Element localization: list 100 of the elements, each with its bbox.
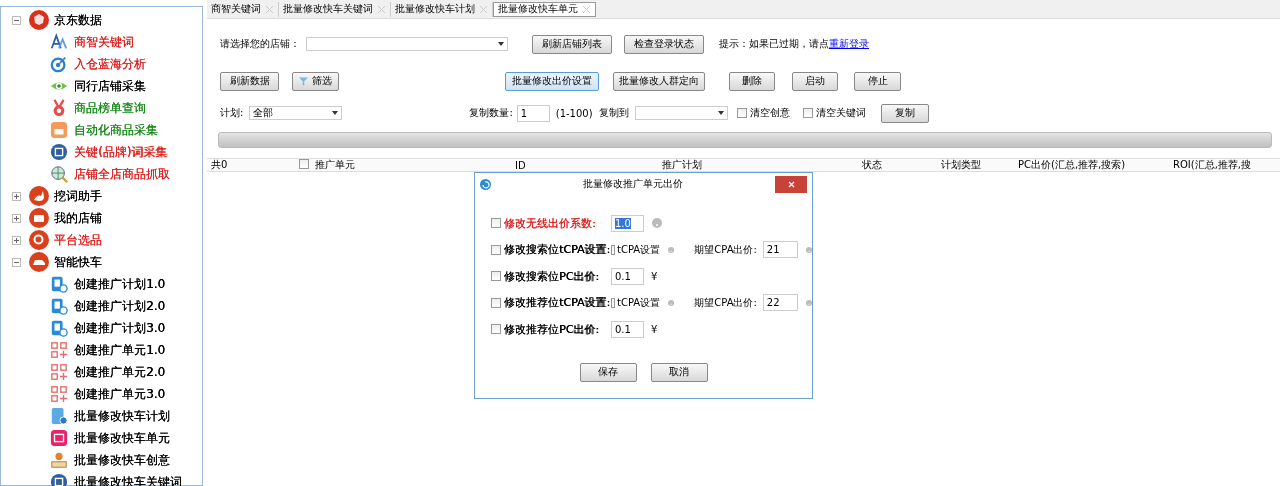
column-header[interactable]: 推广计划 (662, 159, 702, 170)
tree-item[interactable]: 批量修改快车创意 (74, 451, 170, 469)
checkbox-label: tCPA设置 (617, 242, 661, 257)
stop-button[interactable]: 停止 (854, 71, 901, 91)
factor-field[interactable]: 1.0 (611, 214, 644, 232)
column-header[interactable]: 推广单元 (315, 159, 355, 170)
tree-item[interactable]: 创建推广单元2.0 (74, 363, 166, 381)
collapse-icon[interactable] (12, 15, 21, 25)
document-icon (50, 407, 68, 425)
tree-item[interactable]: 京东数据 (54, 11, 102, 29)
globe-icon (50, 165, 68, 183)
tree-item[interactable]: 创建推广计划2.0 (74, 297, 166, 315)
tab[interactable]: 商智关键词 (207, 1, 279, 17)
column-header[interactable]: ID (515, 159, 526, 171)
checkbox[interactable] (736, 108, 747, 118)
tab[interactable]: 批量修改快车关键词 (279, 1, 391, 17)
option-label: 修改搜索位tCPA设置: (504, 242, 611, 258)
column-header[interactable]: 计划类型 (941, 159, 981, 170)
check-login-button[interactable]: 检查登录状态 (624, 34, 704, 54)
dialog-title: 批量修改推广单元出价 (582, 177, 684, 191)
help-icon[interactable] (668, 297, 675, 308)
target-icon (50, 55, 68, 73)
range-text: (1-100) (555, 107, 593, 119)
tree-item[interactable]: 店铺全店商品抓取 (74, 165, 170, 183)
tree-item[interactable]: 商智关键词 (74, 33, 134, 51)
close-button[interactable] (775, 175, 807, 193)
grid-icon (50, 385, 68, 403)
collapse-icon[interactable] (12, 257, 21, 267)
close-icon (787, 180, 795, 188)
clipboard-icon (50, 275, 68, 293)
tree-item[interactable]: 智能快车 (54, 253, 102, 271)
relogin-link[interactable]: 重新登录 (829, 37, 869, 51)
audience-button[interactable]: 批量修改人群定向 (613, 71, 705, 91)
checkbox[interactable] (491, 271, 501, 282)
expand-icon[interactable] (12, 235, 21, 245)
expand-icon[interactable] (12, 191, 21, 201)
tree-item[interactable]: 我的店铺 (54, 209, 102, 227)
column-header[interactable]: ROI(汇总,推荐,搜 (1173, 159, 1252, 170)
hint-text: 提示：如果已过期，请点 (719, 37, 829, 51)
plan-dropdown[interactable]: 全部 (249, 106, 343, 120)
checkbox[interactable] (802, 108, 813, 118)
checkbox-label: 清空关键词 (815, 106, 866, 120)
store-label: 请选择您的店铺： (220, 37, 300, 51)
copy-to-dropdown[interactable] (634, 106, 728, 120)
copy-count-label: 复制数量: (469, 106, 513, 120)
tab[interactable]: 批量修改快车单元 (493, 1, 596, 17)
select-all-checkbox[interactable] (299, 159, 309, 169)
currency-symbol: ¥ (651, 270, 658, 282)
filter-icon (299, 75, 308, 87)
tree-item[interactable]: 创建推广计划3.0 (74, 319, 166, 337)
delete-button[interactable]: 删除 (729, 71, 775, 91)
column-header[interactable]: PC出价(汇总,推荐,搜索) (1018, 159, 1126, 170)
expected-cpa-field[interactable]: 21 (762, 241, 798, 259)
expected-cpa-field[interactable]: 22 (762, 294, 798, 312)
refresh-data-button[interactable]: 刷新数据 (220, 71, 279, 91)
filter-button[interactable]: 筛选 (292, 71, 339, 91)
plan-label: 计划: (220, 106, 244, 120)
cancel-button[interactable]: 取消 (650, 362, 708, 382)
option-label: 修改推荐位PC出价: (504, 321, 601, 337)
checkbox[interactable] (491, 297, 501, 308)
save-button[interactable]: 保存 (579, 362, 637, 382)
close-icon[interactable] (582, 4, 591, 14)
tree-item[interactable]: 创建推广单元1.0 (74, 341, 166, 359)
tree-item[interactable]: 创建推广计划1.0 (74, 275, 166, 293)
tree-item[interactable]: 平台选品 (54, 231, 102, 249)
copy-count-field[interactable]: 1 (516, 104, 550, 122)
copy-button[interactable]: 复制 (880, 103, 929, 123)
start-button[interactable]: 启动 (792, 71, 838, 91)
help-icon[interactable] (668, 244, 675, 255)
checkbox[interactable] (491, 244, 501, 255)
refresh-stores-button[interactable]: 刷新店铺列表 (532, 34, 612, 54)
help-icon[interactable] (805, 297, 812, 308)
checkbox-label: 清空创意 (749, 106, 790, 120)
tree-item[interactable]: 挖词助手 (54, 187, 102, 205)
tree-item[interactable]: 关键(品牌)词采集 (74, 143, 168, 161)
column-header[interactable]: 状态 (862, 159, 882, 170)
copy-to-label: 复制到 (598, 106, 629, 120)
checkbox[interactable] (611, 244, 615, 255)
checkbox[interactable] (611, 297, 615, 308)
price-field[interactable]: 0.1 (611, 267, 644, 285)
help-icon[interactable] (805, 244, 812, 255)
tree-item[interactable]: 批量修改快车计划 (74, 407, 170, 425)
expected-cpa-label: 期望CPA出价: (694, 242, 757, 257)
checkbox[interactable] (491, 324, 501, 335)
shop-icon (29, 208, 49, 228)
checkbox[interactable] (491, 218, 501, 229)
tree-item[interactable]: 入仓蓝海分析 (74, 55, 146, 73)
tree-item[interactable]: 商品榜单查询 (74, 99, 146, 117)
bid-settings-button[interactable]: 批量修改出价设置 (505, 71, 599, 91)
price-field[interactable]: 0.1 (611, 320, 644, 338)
store-dropdown[interactable] (306, 37, 508, 51)
option-label: 修改推荐位tCPA设置: (504, 295, 611, 311)
column-header[interactable]: 共0 (211, 159, 228, 170)
expand-icon[interactable] (12, 213, 21, 223)
tree-item[interactable]: 创建推广单元3.0 (74, 385, 166, 403)
tree-item[interactable]: 同行店铺采集 (74, 77, 146, 95)
help-icon[interactable] (652, 218, 662, 229)
clipboard-icon (50, 297, 68, 315)
tree-item[interactable]: 批量修改快车单元 (74, 429, 170, 447)
tree-item[interactable]: 自动化商品采集 (74, 121, 158, 139)
